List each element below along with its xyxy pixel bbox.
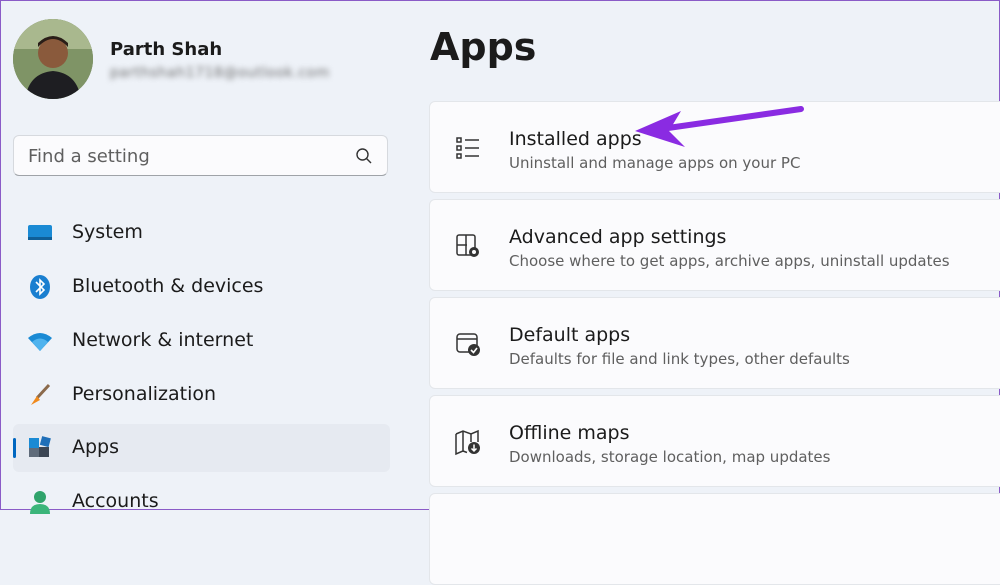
advanced-app-settings-card[interactable]: Advanced app settings Choose where to ge…	[429, 199, 1000, 291]
card-title: Offline maps	[509, 422, 630, 444]
default-apps-icon	[456, 333, 480, 356]
sidebar-item-label: Accounts	[72, 490, 159, 512]
account-icon	[30, 491, 50, 514]
apps-icon	[29, 436, 51, 457]
offline-maps-card[interactable]: Offline maps Downloads, storage location…	[429, 395, 1000, 487]
avatar[interactable]	[13, 19, 93, 99]
sidebar-item-label: Personalization	[72, 383, 217, 405]
sidebar-item-label: System	[72, 221, 143, 243]
brush-icon	[31, 383, 51, 405]
sidebar-item-label: Network & internet	[72, 329, 254, 351]
annotation-arrow-icon	[635, 106, 804, 147]
user-name: Parth Shah	[110, 39, 223, 60]
search-icon[interactable]	[355, 147, 373, 165]
sidebar-item-accounts[interactable]: Accounts	[13, 478, 390, 526]
user-email: parthshah1718@outlook.com	[110, 65, 330, 81]
wifi-icon	[28, 333, 52, 351]
card-subtitle: Uninstall and manage apps on your PC	[509, 154, 801, 172]
sidebar-item-system[interactable]: System	[13, 209, 390, 257]
search-input[interactable]: Find a setting	[13, 135, 388, 176]
search-placeholder: Find a setting	[28, 146, 150, 167]
default-apps-card[interactable]: Default apps Defaults for file and link …	[429, 297, 1000, 389]
bluetooth-icon	[30, 275, 50, 299]
card-subtitle: Downloads, storage location, map updates	[509, 448, 831, 466]
page-title: Apps	[430, 25, 537, 69]
map-icon	[455, 429, 480, 456]
sidebar-item-personalization[interactable]: Personalization	[13, 371, 390, 419]
app-settings-icon	[456, 234, 479, 257]
card-title: Default apps	[509, 324, 631, 346]
monitor-icon	[28, 225, 52, 240]
selection-indicator	[13, 438, 16, 458]
card-subtitle: Choose where to get apps, archive apps, …	[509, 252, 950, 270]
sidebar-item-network[interactable]: Network & internet	[13, 317, 390, 365]
sidebar-item-bluetooth[interactable]: Bluetooth & devices	[13, 263, 390, 311]
list-icon	[456, 137, 479, 159]
card-subtitle: Defaults for file and link types, other …	[509, 350, 850, 368]
sidebar-item-apps[interactable]: Apps	[13, 424, 390, 472]
card-title: Advanced app settings	[509, 226, 727, 248]
next-card-partial[interactable]	[429, 493, 1000, 585]
sidebar-item-label: Bluetooth & devices	[72, 275, 264, 297]
sidebar-item-label: Apps	[72, 436, 120, 458]
